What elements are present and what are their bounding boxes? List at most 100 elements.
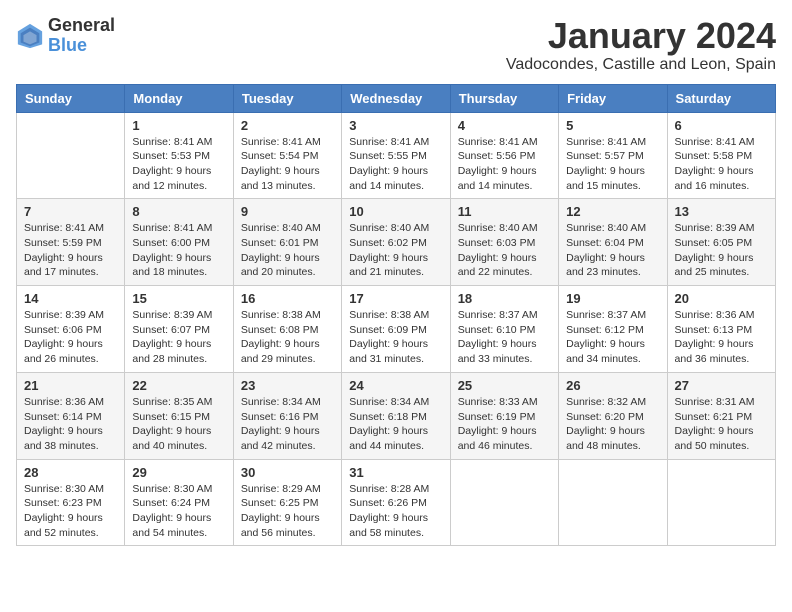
weekday-header-wednesday: Wednesday bbox=[342, 84, 450, 112]
calendar-cell: 29Sunrise: 8:30 AMSunset: 6:24 PMDayligh… bbox=[125, 459, 233, 546]
calendar-cell: 17 Sunrise: 8:38 AMSunset: 6:09 PMDayligh… bbox=[342, 286, 450, 373]
day-number: 31 bbox=[349, 465, 442, 480]
calendar-cell bbox=[667, 459, 775, 546]
calendar-cell bbox=[450, 459, 558, 546]
calendar-cell: 13 Sunrise: 8:39 AMSunset: 6:05 PMDayligh… bbox=[667, 199, 775, 286]
calendar-cell: 11Sunrise: 8:40 AMSunset: 6:03 PMDayligh… bbox=[450, 199, 558, 286]
weekday-header-sunday: Sunday bbox=[17, 84, 125, 112]
day-number: 2 bbox=[241, 118, 334, 133]
day-info: Sunrise: 8:40 AMSunset: 6:03 PMDaylight:… bbox=[458, 221, 551, 280]
weekday-header-tuesday: Tuesday bbox=[233, 84, 341, 112]
calendar-cell: 21 Sunrise: 8:36 AMSunset: 6:14 PMDayligh… bbox=[17, 372, 125, 459]
day-number: 21 bbox=[24, 378, 117, 393]
calendar-cell: 20 Sunrise: 8:36 AMSunset: 6:13 PMDayligh… bbox=[667, 286, 775, 373]
day-info: Sunrise: 8:41 AMSunset: 6:00 PMDaylight:… bbox=[132, 221, 225, 280]
day-number: 14 bbox=[24, 291, 117, 306]
calendar-cell: 25Sunrise: 8:33 AMSunset: 6:19 PMDayligh… bbox=[450, 372, 558, 459]
day-info: Sunrise: 8:39 AMSunset: 6:05 PMDaylight:… bbox=[675, 221, 768, 280]
day-number: 18 bbox=[458, 291, 551, 306]
weekday-header-thursday: Thursday bbox=[450, 84, 558, 112]
day-number: 16 bbox=[241, 291, 334, 306]
day-info: Sunrise: 8:41 AMSunset: 5:55 PMDaylight:… bbox=[349, 135, 442, 194]
day-info: Sunrise: 8:41 AMSunset: 5:58 PMDaylight:… bbox=[675, 135, 768, 194]
calendar-cell bbox=[559, 459, 667, 546]
day-info: Sunrise: 8:41 AMSunset: 5:54 PMDaylight:… bbox=[241, 135, 334, 194]
calendar-cell: 14Sunrise: 8:39 AMSunset: 6:06 PMDayligh… bbox=[17, 286, 125, 373]
calendar-cell: 15Sunrise: 8:39 AMSunset: 6:07 PMDayligh… bbox=[125, 286, 233, 373]
day-info: Sunrise: 8:40 AMSunset: 6:01 PMDaylight:… bbox=[241, 221, 334, 280]
day-info: Sunrise: 8:40 AMSunset: 6:02 PMDaylight:… bbox=[349, 221, 442, 280]
calendar-cell: 31 Sunrise: 8:28 AMSunset: 6:26 PMDayligh… bbox=[342, 459, 450, 546]
day-info: Sunrise: 8:31 AMSunset: 6:21 PMDaylight:… bbox=[675, 395, 768, 454]
day-info: Sunrise: 8:36 AMSunset: 6:14 PMDaylight:… bbox=[24, 395, 117, 454]
day-number: 30 bbox=[241, 465, 334, 480]
day-info: Sunrise: 8:38 AMSunset: 6:09 PMDaylight:… bbox=[349, 308, 442, 367]
logo: General Blue bbox=[16, 16, 115, 56]
calendar-week-row: 28 Sunrise: 8:30 AMSunset: 6:23 PMDayligh… bbox=[17, 459, 776, 546]
calendar-title: January 2024 bbox=[506, 16, 776, 56]
day-info: Sunrise: 8:41 AMSunset: 5:57 PMDaylight:… bbox=[566, 135, 659, 194]
day-info: Sunrise: 8:34 AMSunset: 6:18 PMDaylight:… bbox=[349, 395, 442, 454]
calendar-cell: 22Sunrise: 8:35 AMSunset: 6:15 PMDayligh… bbox=[125, 372, 233, 459]
day-info: Sunrise: 8:34 AMSunset: 6:16 PMDaylight:… bbox=[241, 395, 334, 454]
weekday-header-friday: Friday bbox=[559, 84, 667, 112]
calendar-week-row: 21 Sunrise: 8:36 AMSunset: 6:14 PMDayligh… bbox=[17, 372, 776, 459]
day-number: 20 bbox=[675, 291, 768, 306]
calendar-cell: 6Sunrise: 8:41 AMSunset: 5:58 PMDaylight… bbox=[667, 112, 775, 199]
day-info: Sunrise: 8:41 AMSunset: 5:53 PMDaylight:… bbox=[132, 135, 225, 194]
calendar-cell: 10 Sunrise: 8:40 AMSunset: 6:02 PMDayligh… bbox=[342, 199, 450, 286]
day-info: Sunrise: 8:37 AMSunset: 6:10 PMDaylight:… bbox=[458, 308, 551, 367]
calendar-cell bbox=[17, 112, 125, 199]
logo-icon bbox=[16, 22, 44, 50]
calendar-week-row: 1 Sunrise: 8:41 AMSunset: 5:53 PMDaylight… bbox=[17, 112, 776, 199]
day-number: 22 bbox=[132, 378, 225, 393]
day-info: Sunrise: 8:30 AMSunset: 6:23 PMDaylight:… bbox=[24, 482, 117, 541]
calendar-cell: 8 Sunrise: 8:41 AMSunset: 6:00 PMDaylight… bbox=[125, 199, 233, 286]
calendar-cell: 30 Sunrise: 8:29 AMSunset: 6:25 PMDayligh… bbox=[233, 459, 341, 546]
day-info: Sunrise: 8:33 AMSunset: 6:19 PMDaylight:… bbox=[458, 395, 551, 454]
calendar-cell: 12Sunrise: 8:40 AMSunset: 6:04 PMDayligh… bbox=[559, 199, 667, 286]
day-number: 9 bbox=[241, 204, 334, 219]
title-block: January 2024 Vadocondes, Castille and Le… bbox=[506, 16, 776, 74]
day-number: 8 bbox=[132, 204, 225, 219]
day-number: 10 bbox=[349, 204, 442, 219]
calendar-cell: 28 Sunrise: 8:30 AMSunset: 6:23 PMDayligh… bbox=[17, 459, 125, 546]
day-number: 23 bbox=[241, 378, 334, 393]
weekday-header-row: SundayMondayTuesdayWednesdayThursdayFrid… bbox=[17, 84, 776, 112]
day-number: 15 bbox=[132, 291, 225, 306]
calendar-table: SundayMondayTuesdayWednesdayThursdayFrid… bbox=[16, 84, 776, 547]
calendar-cell: 7 Sunrise: 8:41 AMSunset: 5:59 PMDaylight… bbox=[17, 199, 125, 286]
day-number: 19 bbox=[566, 291, 659, 306]
calendar-cell: 18 Sunrise: 8:37 AMSunset: 6:10 PMDayligh… bbox=[450, 286, 558, 373]
day-info: Sunrise: 8:30 AMSunset: 6:24 PMDaylight:… bbox=[132, 482, 225, 541]
calendar-cell: 19 Sunrise: 8:37 AMSunset: 6:12 PMDayligh… bbox=[559, 286, 667, 373]
day-info: Sunrise: 8:29 AMSunset: 6:25 PMDaylight:… bbox=[241, 482, 334, 541]
calendar-cell: 5 Sunrise: 8:41 AMSunset: 5:57 PMDaylight… bbox=[559, 112, 667, 199]
day-info: Sunrise: 8:38 AMSunset: 6:08 PMDaylight:… bbox=[241, 308, 334, 367]
logo-text: General Blue bbox=[48, 16, 115, 56]
day-number: 1 bbox=[132, 118, 225, 133]
calendar-cell: 4Sunrise: 8:41 AMSunset: 5:56 PMDaylight… bbox=[450, 112, 558, 199]
day-number: 17 bbox=[349, 291, 442, 306]
day-info: Sunrise: 8:37 AMSunset: 6:12 PMDaylight:… bbox=[566, 308, 659, 367]
day-info: Sunrise: 8:28 AMSunset: 6:26 PMDaylight:… bbox=[349, 482, 442, 541]
calendar-cell: 3 Sunrise: 8:41 AMSunset: 5:55 PMDaylight… bbox=[342, 112, 450, 199]
page-header: General Blue January 2024 Vadocondes, Ca… bbox=[16, 16, 776, 74]
day-number: 5 bbox=[566, 118, 659, 133]
day-number: 13 bbox=[675, 204, 768, 219]
weekday-header-saturday: Saturday bbox=[667, 84, 775, 112]
day-number: 28 bbox=[24, 465, 117, 480]
calendar-subtitle: Vadocondes, Castille and Leon, Spain bbox=[506, 56, 776, 74]
day-number: 26 bbox=[566, 378, 659, 393]
calendar-week-row: 7 Sunrise: 8:41 AMSunset: 5:59 PMDaylight… bbox=[17, 199, 776, 286]
day-info: Sunrise: 8:36 AMSunset: 6:13 PMDaylight:… bbox=[675, 308, 768, 367]
day-number: 24 bbox=[349, 378, 442, 393]
day-number: 3 bbox=[349, 118, 442, 133]
calendar-cell: 23 Sunrise: 8:34 AMSunset: 6:16 PMDayligh… bbox=[233, 372, 341, 459]
calendar-cell: 26Sunrise: 8:32 AMSunset: 6:20 PMDayligh… bbox=[559, 372, 667, 459]
weekday-header-monday: Monday bbox=[125, 84, 233, 112]
day-number: 7 bbox=[24, 204, 117, 219]
day-info: Sunrise: 8:40 AMSunset: 6:04 PMDaylight:… bbox=[566, 221, 659, 280]
day-number: 4 bbox=[458, 118, 551, 133]
day-info: Sunrise: 8:41 AMSunset: 5:59 PMDaylight:… bbox=[24, 221, 117, 280]
